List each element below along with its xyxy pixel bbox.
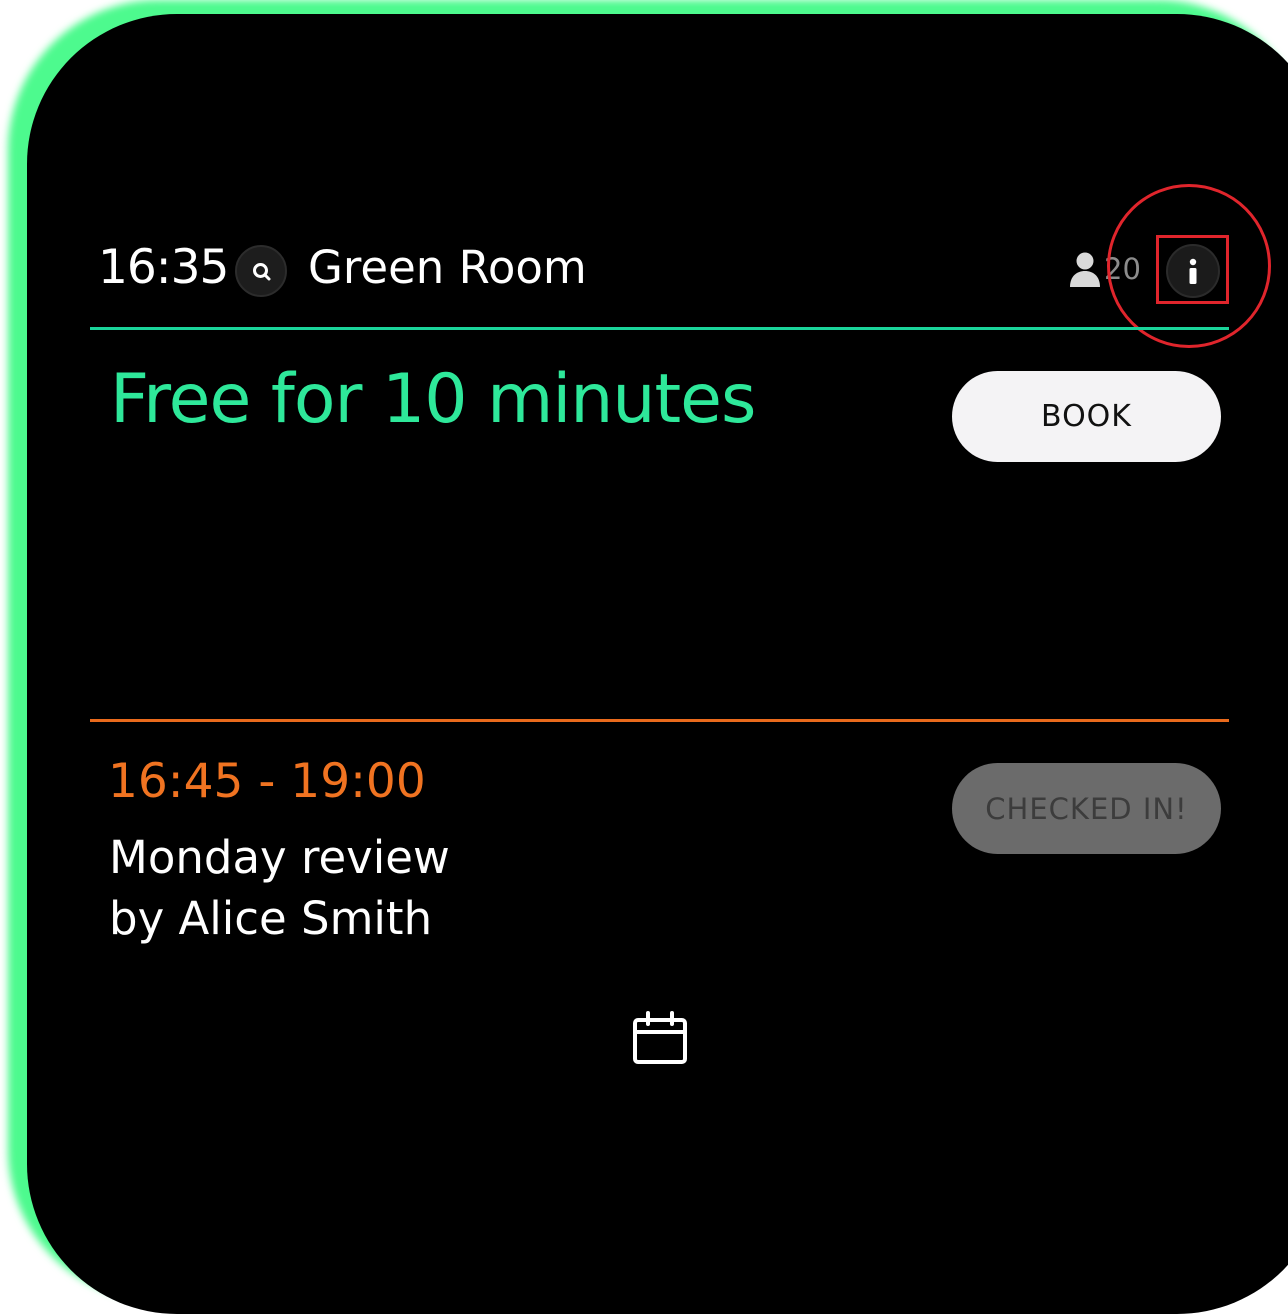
current-time: 16:35 (98, 240, 229, 295)
meeting-organizer: by Alice Smith (109, 892, 433, 945)
person-icon (1068, 251, 1102, 291)
calendar-icon[interactable] (632, 1010, 688, 1070)
availability-status: Free for 10 minutes (110, 360, 756, 439)
highlight-circle (1107, 184, 1271, 348)
search-icon (253, 263, 271, 281)
meeting-divider (90, 719, 1229, 722)
meeting-title: Monday review (109, 831, 450, 884)
room-display-screen (27, 14, 1288, 1314)
meeting-time-range: 16:45 - 19:00 (108, 754, 426, 809)
checked-in-button[interactable]: CHECKED IN! (952, 763, 1221, 854)
status-divider (90, 327, 1229, 330)
room-name: Green Room (308, 241, 587, 294)
search-button[interactable] (235, 245, 287, 297)
book-button[interactable]: BOOK (952, 371, 1221, 462)
